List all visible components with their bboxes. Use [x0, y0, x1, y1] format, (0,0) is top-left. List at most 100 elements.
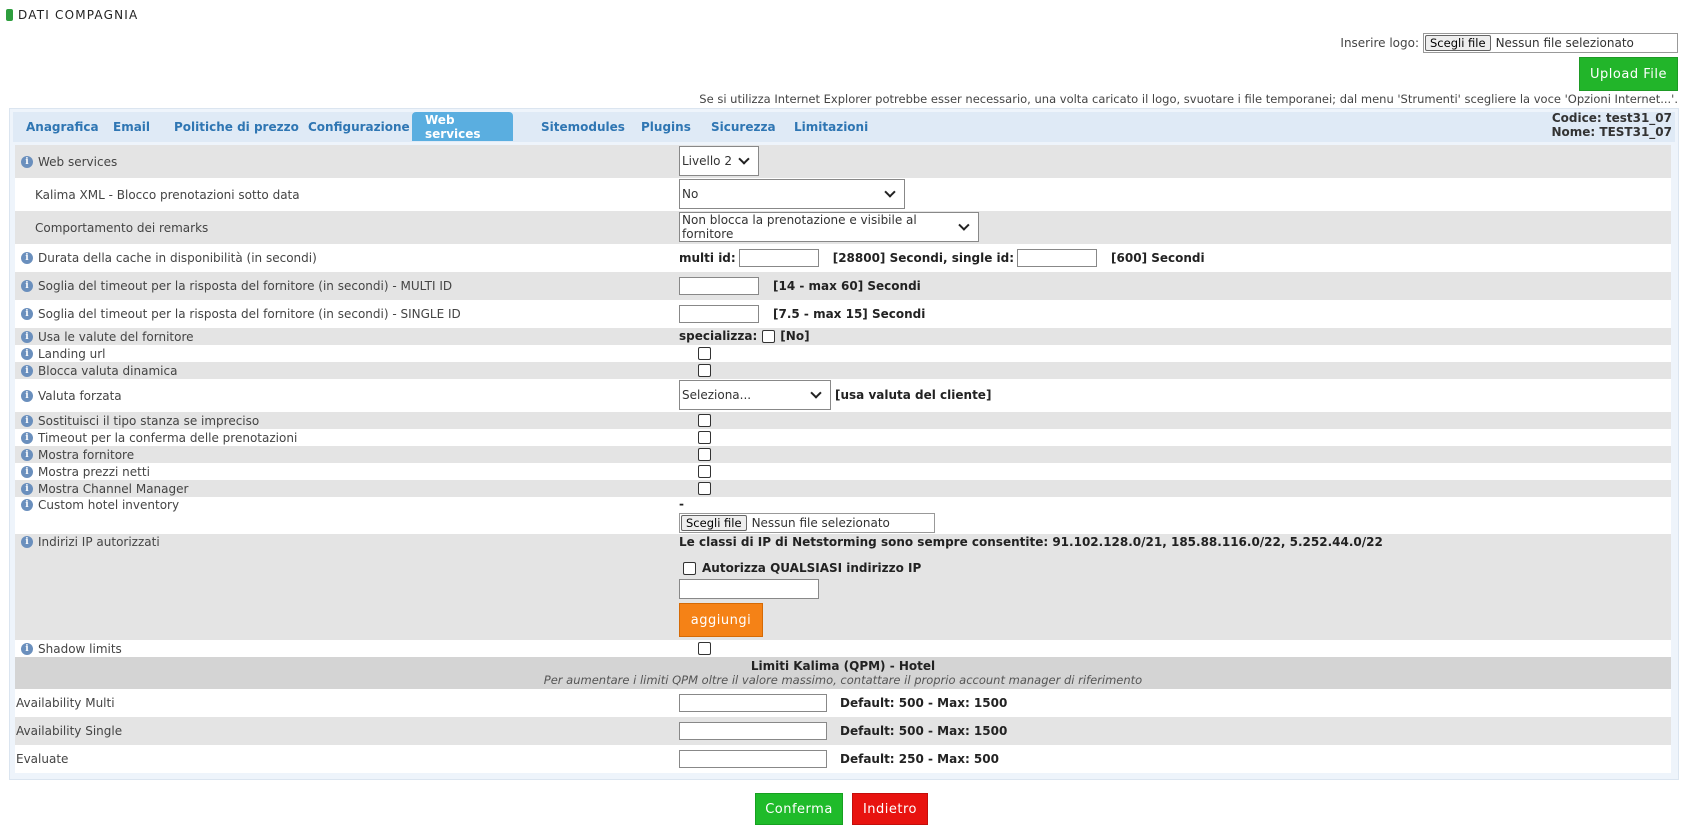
valuta-forzata-hint: [usa valuta del cliente]: [835, 388, 992, 402]
prezzi-netti-checkbox[interactable]: [698, 465, 711, 478]
chevron-down-icon: [958, 219, 970, 231]
info-icon[interactable]: i: [21, 483, 33, 495]
upload-file-button[interactable]: Upload File: [1579, 57, 1678, 91]
valuta-dinamica-checkbox[interactable]: [698, 364, 711, 377]
ie-note: Se si utilizza Internet Explorer potrebb…: [699, 92, 1678, 106]
row-availability-single: Availability Single Default: 500 - Max: …: [15, 717, 1671, 745]
info-icon[interactable]: i: [21, 308, 33, 320]
valuta-forzata-select[interactable]: Seleziona...: [679, 380, 831, 410]
valuta-forzata-select-value: Seleziona...: [682, 388, 752, 402]
availability-single-input[interactable]: [679, 722, 827, 740]
landing-url-checkbox[interactable]: [698, 347, 711, 360]
info-icon[interactable]: i: [21, 449, 33, 461]
timeout-multi-label: Soglia del timeout per la risposta del f…: [38, 279, 453, 293]
row-value: [698, 431, 711, 444]
row-valute-fornitore: i Usa le valute del fornitore specializz…: [15, 328, 1671, 345]
row-web-services: i Web services Livello 2: [15, 145, 1671, 178]
availability-multi-hint: Default: 500 - Max: 1500: [840, 696, 1008, 710]
tab-web-services[interactable]: Web services: [412, 112, 513, 141]
row-label: i Web services: [21, 155, 117, 169]
kalima-subtitle: Per aumentare i limiti QPM oltre il valo…: [543, 673, 1143, 687]
channel-manager-checkbox[interactable]: [698, 482, 711, 495]
row-value: No: [679, 179, 905, 209]
confirm-button[interactable]: Conferma: [755, 793, 843, 825]
logo-file-input[interactable]: Scegli file Nessun file selezionato: [1423, 33, 1678, 53]
info-icon[interactable]: i: [21, 432, 33, 444]
ip-any-checkbox[interactable]: [683, 561, 696, 575]
tab-bar: Anagrafica Email Politiche di prezzo Con…: [13, 112, 1675, 142]
specializza-checkbox[interactable]: [762, 329, 776, 343]
logo-upload-row: Inserire logo: Scegli file Nessun file s…: [1340, 33, 1678, 53]
timeout-single-label: Soglia del timeout per la risposta del f…: [38, 307, 461, 321]
tab-configurazione[interactable]: Configurazione: [295, 112, 423, 141]
cache-label: Durata della cache in disponibilità (in …: [38, 251, 317, 265]
info-icon[interactable]: i: [21, 390, 33, 402]
ip-add-button[interactable]: aggiungi: [679, 603, 763, 637]
web-services-select[interactable]: Livello 2: [679, 146, 759, 176]
tab-sicurezza[interactable]: Sicurezza: [698, 112, 789, 141]
info-icon[interactable]: i: [21, 348, 33, 360]
timeout-multi-input[interactable]: [679, 277, 759, 295]
tab-politiche-di-prezzo[interactable]: Politiche di prezzo: [161, 112, 312, 141]
info-icon[interactable]: i: [21, 466, 33, 478]
timeout-conferma-checkbox[interactable]: [698, 431, 711, 444]
logo-choose-file-button[interactable]: Scegli file: [1425, 35, 1491, 51]
kalima-section-header: Limiti Kalima (QPM) - Hotel Per aumentar…: [15, 657, 1671, 689]
row-label: i Custom hotel inventory: [21, 498, 179, 512]
mostra-fornitore-checkbox[interactable]: [698, 448, 711, 461]
tipo-stanza-checkbox[interactable]: [698, 414, 711, 427]
row-label: Availability Multi: [16, 696, 115, 710]
row-value: [698, 482, 711, 495]
kalima-xml-select[interactable]: No: [679, 179, 905, 209]
info-icon[interactable]: i: [21, 643, 33, 655]
kalima-xml-label: Kalima XML - Blocco prenotazioni sotto d…: [35, 188, 300, 202]
ip-add-row: aggiungi: [679, 603, 763, 637]
info-icon[interactable]: i: [21, 280, 33, 292]
info-icon[interactable]: i: [21, 252, 33, 264]
hotel-inventory-label: Custom hotel inventory: [38, 498, 180, 512]
timeout-single-hint: [7.5 - max 15] Secondi: [773, 307, 926, 321]
tipo-stanza-label: Sostituisci il tipo stanza se impreciso: [38, 414, 260, 428]
ip-any-label: Autorizza QUALSIASI indirizzo IP: [702, 561, 922, 575]
info-icon[interactable]: i: [21, 499, 33, 511]
tab-email[interactable]: Email: [100, 112, 163, 141]
row-value: Non blocca la prenotazione e visibile al…: [679, 212, 979, 242]
info-icon[interactable]: i: [21, 415, 33, 427]
tab-plugins[interactable]: Plugins: [628, 112, 704, 141]
logo-file-status: Nessun file selezionato: [1495, 36, 1634, 50]
hotel-inventory-dash: -: [679, 497, 684, 511]
ip-label: Indirizi IP autorizzati: [38, 535, 160, 549]
availability-single-hint: Default: 500 - Max: 1500: [840, 724, 1008, 738]
row-value: [698, 364, 711, 377]
timeout-single-input[interactable]: [679, 305, 759, 323]
kalima-title: Limiti Kalima (QPM) - Hotel: [750, 659, 936, 673]
info-icon[interactable]: i: [21, 156, 33, 168]
info-icon[interactable]: i: [21, 365, 33, 377]
cache-single-input[interactable]: [1017, 249, 1098, 267]
cache-multi-input[interactable]: [738, 249, 819, 267]
info-icon[interactable]: i: [21, 536, 33, 548]
row-value: specializza: [No]: [679, 329, 810, 343]
remarks-select[interactable]: Non blocca la prenotazione e visibile al…: [679, 212, 979, 242]
info-icon[interactable]: i: [21, 331, 33, 343]
evaluate-input[interactable]: [679, 750, 827, 768]
tab-limitazioni[interactable]: Limitazioni: [781, 112, 881, 141]
tab-anagrafica[interactable]: Anagrafica: [13, 112, 112, 141]
row-label: Comportamento dei remarks: [35, 221, 208, 235]
tab-sitemodules[interactable]: Sitemodules: [528, 112, 638, 141]
row-label: i Sostituisci il tipo stanza se imprecis…: [21, 414, 259, 428]
availability-multi-input[interactable]: [679, 694, 827, 712]
cache-multi-label: multi id:: [679, 251, 736, 265]
back-button[interactable]: Indietro: [852, 793, 928, 825]
row-value: Seleziona... [usa valuta del cliente]: [679, 380, 991, 410]
row-timeout-single: i Soglia del timeout per la risposta del…: [15, 300, 1671, 328]
ip-input-row: [679, 579, 819, 599]
row-mostra-fornitore: i Mostra fornitore: [15, 446, 1671, 463]
shadow-checkbox[interactable]: [698, 642, 711, 655]
title-marker: [6, 9, 13, 21]
hotel-inventory-choose-file-button[interactable]: Scegli file: [681, 515, 747, 531]
ip-address-input[interactable]: [679, 579, 819, 599]
valuta-forzata-label: Valuta forzata: [38, 389, 122, 403]
row-cache: i Durata della cache in disponibilità (i…: [15, 244, 1671, 272]
hotel-inventory-file-input[interactable]: Scegli file Nessun file selezionato: [679, 513, 935, 533]
